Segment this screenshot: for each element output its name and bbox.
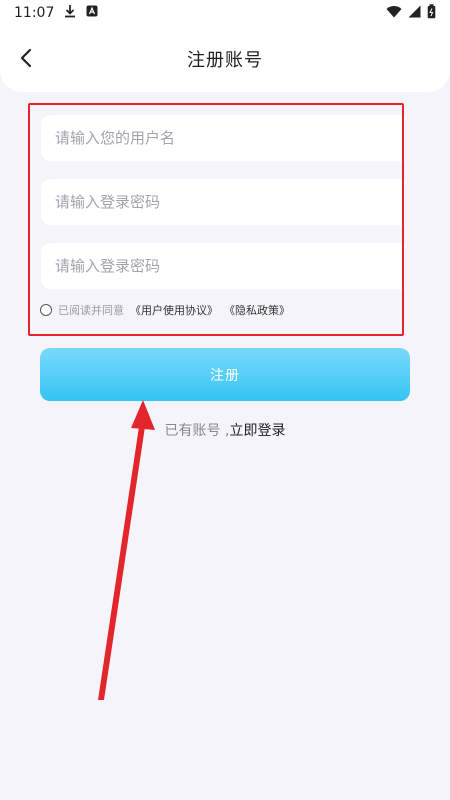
confirm-password-input[interactable] [41,243,405,289]
battery-icon [427,3,436,23]
download-icon [64,4,76,22]
page-title: 注册账号 [187,50,263,71]
app-bar: 注册账号 [0,26,450,92]
chevron-left-icon [19,48,33,72]
have-account-text: 已有账号 , [164,423,230,439]
app-notification-icon [86,5,98,21]
privacy-policy-link[interactable]: 《隐私政策》 [224,302,290,318]
status-bar: 11:07 [0,0,450,26]
status-time: 11:07 [14,5,55,21]
register-button[interactable]: 注册 [40,348,410,401]
agree-radio[interactable] [40,304,52,316]
wifi-icon [386,5,402,22]
login-link[interactable]: 立即登录 [229,420,285,440]
username-input[interactable] [41,115,405,161]
signal-icon [408,5,421,22]
agree-text: 已阅读并同意 [58,304,124,317]
login-row: 已有账号 , 立即登录 [0,420,450,440]
agreement-row: 已阅读并同意 《用户使用协议》 《隐私政策》 [40,302,290,318]
arrow-shaft [98,420,146,700]
user-agreement-link[interactable]: 《用户使用协议》 [130,302,218,318]
password-input[interactable] [41,179,405,225]
back-button[interactable] [12,46,40,74]
